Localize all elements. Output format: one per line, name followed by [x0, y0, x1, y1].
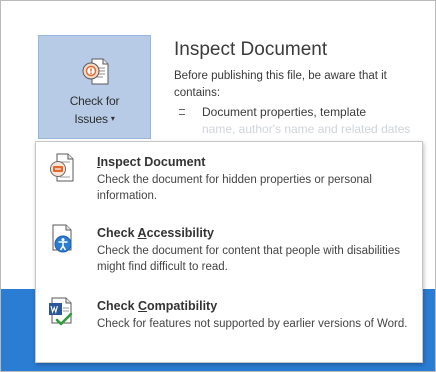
- title-suffix: nspect Document: [100, 155, 206, 169]
- title-suffix: ccessibility: [146, 226, 214, 240]
- menu-item-inspect-document[interactable]: Inspect Document Check the document for …: [36, 144, 422, 216]
- info-bullet-text: Document properties, template: [202, 105, 367, 119]
- compatibility-icon: [48, 296, 76, 328]
- chevron-down-icon: ▾: [110, 114, 115, 123]
- menu-item-check-compatibility[interactable]: Check Compatibility Check for features n…: [36, 288, 422, 360]
- menu-item-check-accessibility-title: Check Accessibility: [97, 225, 413, 242]
- title-prefix: Check: [97, 226, 138, 240]
- check-for-issues-label-line2: Issues: [74, 112, 108, 126]
- title-suffix: ompatibility: [147, 299, 218, 313]
- inspect-document-info: Inspect Document Before publishing this …: [174, 37, 429, 138]
- info-bullet: Document properties, template: [174, 104, 429, 121]
- info-description: Before publishing this file, be aware th…: [174, 70, 387, 99]
- backstage-window: Check for Issues ▾ Inspect Document Befor…: [0, 0, 436, 372]
- menu-item-check-compatibility-title: Check Compatibility: [97, 298, 413, 315]
- menu-item-inspect-document-title: Inspect Document: [97, 154, 413, 171]
- title-mnemonic: A: [137, 226, 147, 240]
- title-mnemonic: C: [138, 299, 148, 313]
- bullet-icon: [179, 109, 185, 115]
- menu-item-inspect-document-description: Check the document for hidden properties…: [97, 174, 372, 202]
- accessibility-icon: [48, 223, 76, 255]
- menu-item-check-accessibility-description: Check the document for content that peop…: [97, 245, 401, 273]
- info-faded-text: name, author's name and related dates: [202, 122, 411, 136]
- menu-item-check-compatibility-description: Check for features not supported by earl…: [97, 318, 408, 330]
- check-for-issues-button[interactable]: Check for Issues ▾: [38, 35, 151, 139]
- inspect-document-icon: [48, 152, 76, 184]
- title-prefix: Check: [97, 299, 138, 313]
- menu-item-check-accessibility[interactable]: Check Accessibility Check the document f…: [36, 215, 422, 287]
- check-for-issues-icon: [79, 56, 111, 86]
- check-for-issues-menu: Inspect Document Check the document for …: [35, 141, 423, 363]
- check-for-issues-label-line1: Check for: [69, 94, 120, 108]
- check-for-issues-label: Check for Issues ▾: [39, 93, 150, 128]
- info-title: Inspect Document: [174, 39, 328, 60]
